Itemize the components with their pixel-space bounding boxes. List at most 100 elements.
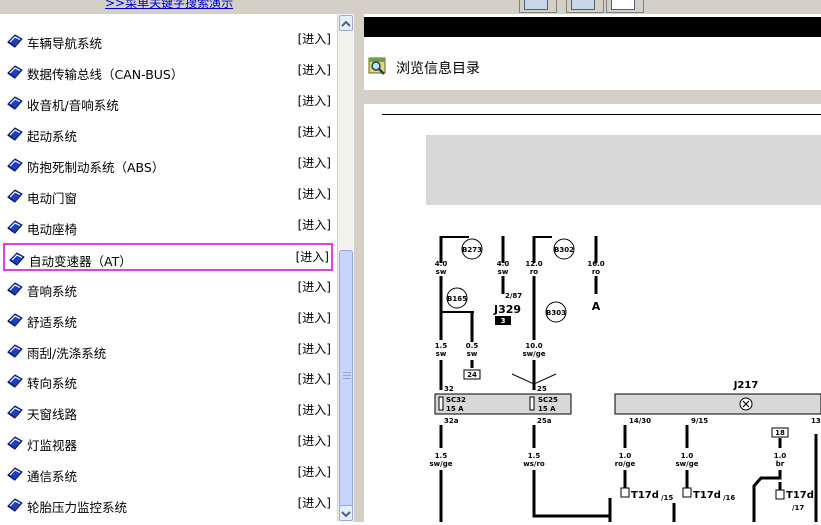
- menu-item[interactable]: 轮胎压力监控系统 [进入]: [3, 491, 333, 519]
- connector-3-name: T17d: [786, 490, 814, 501]
- scroll-up-button[interactable]: [339, 15, 353, 31]
- menu-scrollbar[interactable]: [337, 14, 354, 522]
- enter-link[interactable]: [进入]: [298, 340, 331, 357]
- wire-color-4: ro: [592, 268, 600, 276]
- enter-link[interactable]: [进入]: [296, 248, 329, 265]
- enter-link[interactable]: [进入]: [298, 61, 331, 78]
- menu-item-label: 电动门窗: [27, 190, 78, 206]
- wire-size-4: 16.0: [587, 260, 604, 268]
- menu-item[interactable]: 转向系统 [进入]: [3, 367, 333, 395]
- book-icon: [7, 189, 23, 203]
- fuse2-pin-in: 25: [537, 385, 547, 393]
- toolbar-button-1[interactable]: [519, 0, 557, 13]
- module-pin-3: 13: [811, 417, 821, 425]
- menu-item[interactable]: 车辆导航系统 [进入]: [3, 27, 333, 55]
- wire-mid-size-3: 10.0: [525, 342, 542, 350]
- enter-link[interactable]: [进入]: [298, 30, 331, 47]
- toolbar-button-3[interactable]: [606, 0, 644, 13]
- menu-item-label: 轮胎压力监控系统: [27, 500, 128, 516]
- menu-item-label: 天窗线路: [27, 407, 78, 423]
- menu-item[interactable]: 电动门窗 [进入]: [3, 182, 333, 210]
- book-icon: [7, 65, 23, 79]
- menu-item[interactable]: 通信系统 [进入]: [3, 460, 333, 488]
- relay-pin: 2/87: [505, 292, 522, 300]
- menu-item-label: 自动变速器（AT）: [29, 253, 132, 269]
- chevron-up-icon: [341, 20, 351, 27]
- menu-item-label: 转向系统: [27, 376, 78, 392]
- panel-divider[interactable]: [354, 14, 364, 522]
- fuse2-rating: 15 A: [538, 405, 556, 413]
- wire-size-2: 4.0: [497, 260, 510, 268]
- enter-link[interactable]: [进入]: [298, 370, 331, 387]
- wire-bot-color-2: ws/ro: [523, 460, 545, 468]
- enter-link[interactable]: [进入]: [298, 463, 331, 480]
- wire-bot-size-2: 1.5: [528, 452, 541, 460]
- menu-item[interactable]: 舒适系统 [进入]: [3, 306, 333, 334]
- wire-bot-size-5: 1.0: [774, 452, 787, 460]
- menu-item[interactable]: 灯监视器 [进入]: [3, 429, 333, 457]
- menu-item[interactable]: 自动变速器（AT） [进入]: [3, 242, 333, 271]
- enter-link[interactable]: [进入]: [298, 309, 331, 326]
- menu-item[interactable]: 音响系统 [进入]: [3, 275, 333, 303]
- connector-2-pin: /16: [723, 494, 735, 502]
- system-menu-panel: 车辆导航系统 [进入] 数据传输总线（CAN-BUS） [进入] 收音机/音响系统 [进入…: [0, 14, 337, 522]
- menu-item[interactable]: 数据传输总线（CAN-BUS） [进入]: [3, 58, 333, 86]
- scroll-thumb[interactable]: [339, 250, 353, 508]
- menu-item[interactable]: 电动座椅 [进入]: [3, 213, 333, 241]
- menu-item[interactable]: 收音机/音响系统 [进入]: [3, 89, 333, 117]
- diagram-header-block: [426, 135, 821, 205]
- chevron-down-icon: [341, 511, 351, 518]
- enter-link[interactable]: [进入]: [298, 154, 331, 171]
- menu-item[interactable]: 防抱死制动系统（ABS） [进入]: [3, 151, 333, 179]
- toolbar-button-2[interactable]: [566, 0, 604, 13]
- enter-link[interactable]: [进入]: [298, 123, 331, 140]
- fuse1-pin-in: 32: [444, 385, 454, 393]
- label-b273: B273: [462, 246, 482, 254]
- wire-mid-size-1: 1.5: [435, 342, 448, 350]
- enter-link[interactable]: [进入]: [298, 92, 331, 109]
- wire-mid-size-2: 0.5: [466, 342, 479, 350]
- menu-item[interactable]: 天窗线路 [进入]: [3, 398, 333, 426]
- book-icon: [7, 127, 23, 141]
- pin-24: 24: [467, 371, 477, 379]
- menu-item[interactable]: 雨刮/洗涤系统 [进入]: [3, 337, 333, 365]
- window-icon: [524, 0, 548, 10]
- enter-link[interactable]: [进入]: [298, 401, 331, 418]
- connector-1-name: T17d: [631, 490, 659, 501]
- menu-item-label: 防抱死制动系统（ABS）: [27, 159, 165, 175]
- wire-bot-color-5: br: [776, 460, 785, 468]
- book-icon: [9, 252, 25, 266]
- label-b165: B165: [447, 295, 467, 303]
- module-pin-1: 14/30: [629, 417, 651, 425]
- content-header-bar: [364, 17, 821, 37]
- fuse1-pin-out: 32a: [444, 417, 459, 425]
- wire-size-3: 12.0: [525, 260, 542, 268]
- menu-item-label: 音响系统: [27, 283, 78, 299]
- book-icon: [7, 220, 23, 234]
- enter-link[interactable]: [进入]: [298, 278, 331, 295]
- enter-link[interactable]: [进入]: [298, 185, 331, 202]
- enter-link[interactable]: [进入]: [298, 494, 331, 511]
- menu-search-demo-link[interactable]: >>菜单关键字搜索演示: [105, 0, 233, 11]
- wire-bot-size-4: 1.0: [681, 452, 694, 460]
- book-icon: [7, 158, 23, 172]
- scroll-down-button[interactable]: [339, 505, 353, 521]
- wire-bot-color-3: ro/ge: [615, 460, 636, 468]
- relay-ref: J329: [493, 303, 521, 316]
- enter-link[interactable]: [进入]: [298, 432, 331, 449]
- book-icon: [7, 343, 23, 358]
- menu-item-label: 数据传输总线（CAN-BUS）: [27, 66, 184, 82]
- menu-item-label: 舒适系统: [27, 314, 78, 330]
- fuse1-rating: 15 A: [446, 405, 464, 413]
- content-panel: 浏览信息目录 B273 B302 4.0 sw 4.0 sw 12.0 ro 1…: [364, 14, 821, 522]
- book-icon: [7, 498, 23, 512]
- wire-color-1: sw: [436, 268, 447, 276]
- fuse2-pin-out: 25a: [537, 417, 552, 425]
- module-pin-2: 9/15: [691, 417, 708, 425]
- connector-3-pin: /17: [792, 504, 804, 512]
- browse-search-icon: [368, 57, 386, 75]
- book-icon: [7, 34, 23, 48]
- browse-directory-label: 浏览信息目录: [396, 61, 480, 77]
- enter-link[interactable]: [进入]: [298, 216, 331, 233]
- menu-item[interactable]: 起动系统 [进入]: [3, 120, 333, 148]
